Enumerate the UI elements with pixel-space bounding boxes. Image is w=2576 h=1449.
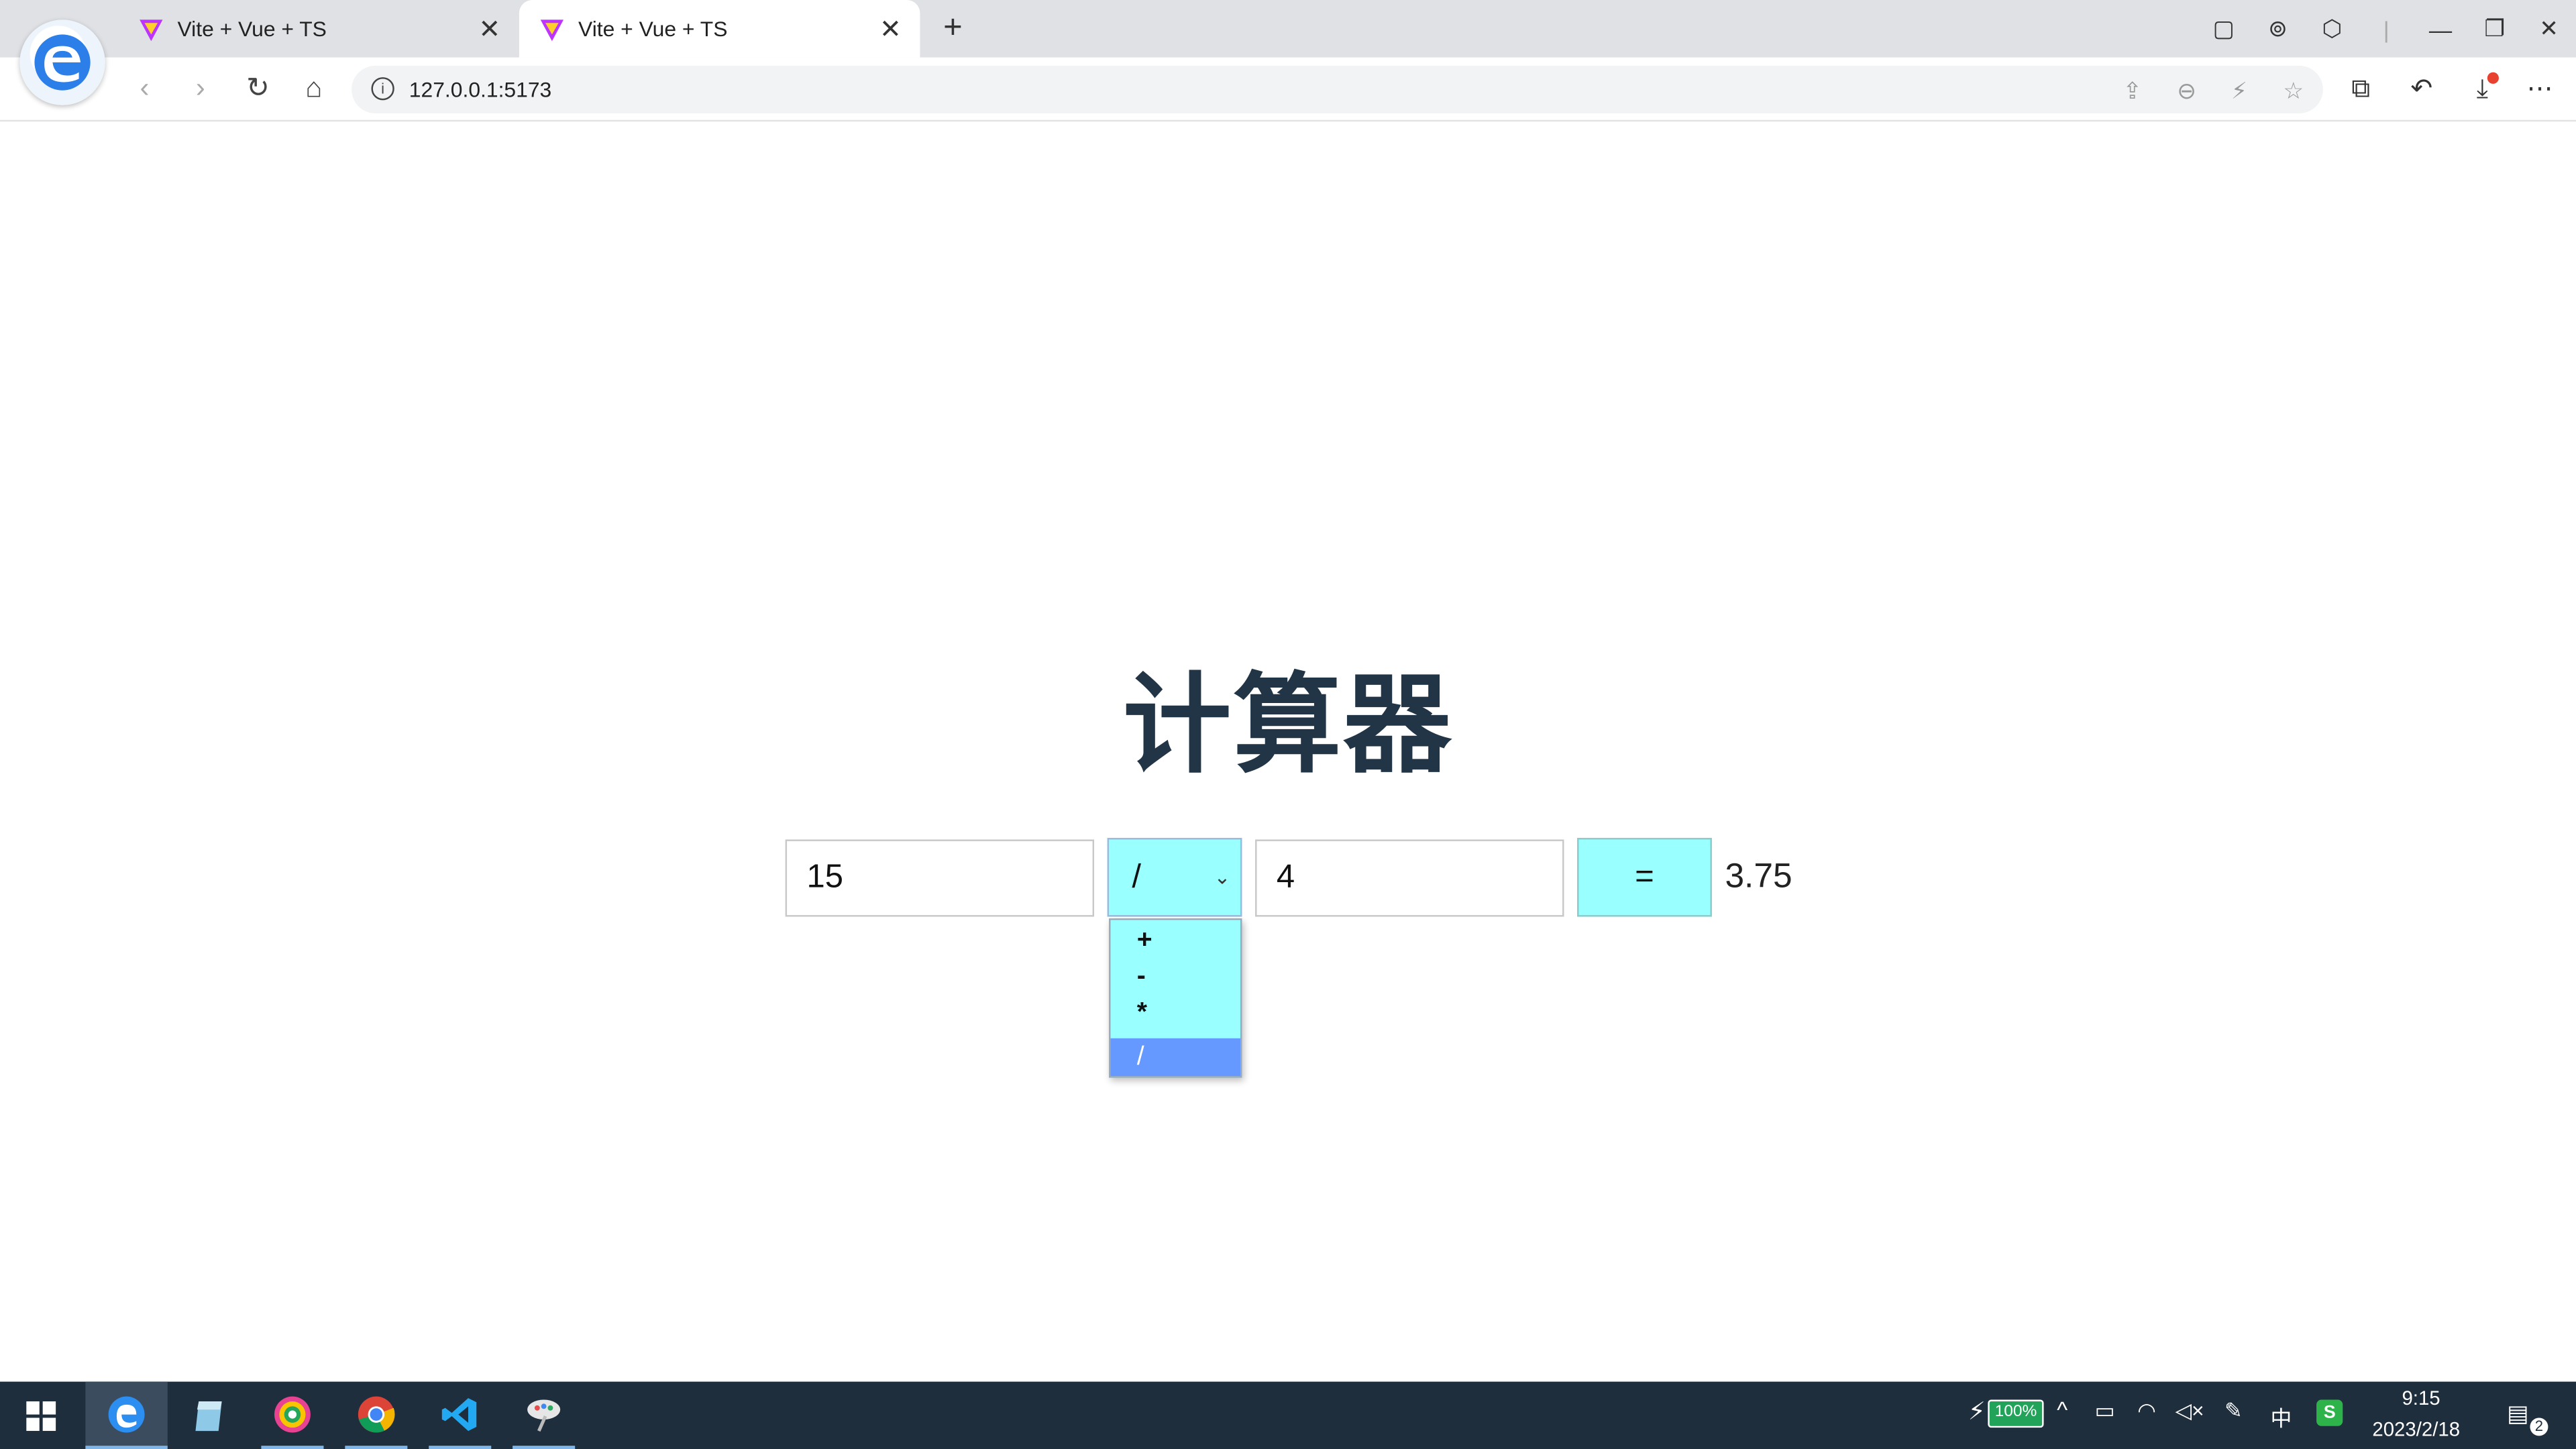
start-icon [26,1401,56,1432]
running-indicator [429,1446,492,1449]
running-indicator [261,1446,324,1449]
vite-favicon-icon [140,19,163,41]
first-number-input[interactable]: 15 [785,839,1095,917]
running-indicator [345,1446,408,1449]
forward-icon[interactable]: › [184,72,217,105]
incognito-icon[interactable]: ⊚ [2251,15,2305,43]
more-icon[interactable]: ⋯ [2522,72,2558,109]
clock-time[interactable]: 9:15 [2402,1387,2440,1409]
chevron-down-icon: ⌄ [1214,865,1231,889]
operator-option-divide[interactable]: / [1110,1038,1240,1077]
divider: | [2383,15,2390,42]
operator-option-plus[interactable]: + [1111,923,1240,959]
browser-toolbar: ‹ › ↻ ⌂ i 127.0.0.1:5173 ⇪ ⊖ ⚡ ☆ ⧉ ↶ ⤓ ⋯ [0,57,2576,122]
operator-option-multiply[interactable]: * [1111,996,1240,1032]
pen-icon[interactable]: ✎ [2224,1398,2243,1424]
taskbar-color-app[interactable] [252,1382,333,1449]
operator-dropdown-list: + - * / [1109,918,1242,1078]
tab-1-title: Vite + Vue + TS [177,16,327,42]
ime-indicator[interactable]: 中 [2271,1401,2292,1433]
zoom-icon[interactable]: ⊖ [2172,76,2202,105]
taskbar-paint-app[interactable] [502,1382,584,1449]
new-tab-icon[interactable]: + [936,10,969,48]
wifi-icon[interactable]: ◠ [2137,1398,2156,1424]
reload-icon[interactable]: ↻ [241,72,274,105]
ime-app-icon[interactable]: S [2316,1399,2343,1426]
tab-2[interactable]: Vite + Vue + TS ✕ [519,0,920,58]
window-close-icon[interactable]: ✕ [2522,15,2576,43]
url-text: 127.0.0.1:5173 [409,77,552,102]
page-title: 计算器 [1122,663,1454,786]
color-app-icon [274,1396,311,1433]
notification-count-badge: 2 [2530,1417,2548,1436]
operator-select[interactable]: / ⌄ [1107,837,1242,917]
bolt-icon[interactable]: ⚡ [2224,76,2254,105]
browser-logo-icon [19,19,105,105]
window-controls: ▢ ⊚ ⬡ | — ❐ ✕ [2196,0,2576,58]
undo-icon[interactable]: ↶ [2404,72,2440,109]
start-button[interactable] [0,1382,82,1449]
site-info-icon[interactable]: i [371,77,394,101]
vscode-icon [441,1398,477,1432]
clock-date[interactable]: 2023/2/18 [2372,1417,2460,1440]
taskbar: ⚡ ^ ▭ ◠ ◁× ✎ 中 S 9:15 2023/2/18 ▤ 2 [0,1381,2576,1449]
tab-2-close-icon[interactable]: ✕ [877,12,904,45]
volume-muted-icon[interactable]: ◁× [2175,1398,2204,1424]
power-plug-icon: ⚡ [1968,1398,1986,1426]
screen: Vite + Vue + TS ✕ Vite + Vue + TS ✕ + ▢ … [0,0,2576,1449]
tab-1[interactable]: Vite + Vue + TS ✕ [118,0,519,58]
taskbar-chrome[interactable] [335,1382,417,1449]
extensions-icon[interactable]: ⧉ [2343,72,2379,109]
tray-device-icon[interactable]: ▭ [2094,1398,2114,1424]
puzzle-icon[interactable]: ⬡ [2305,15,2359,43]
paint-app-icon [527,1399,561,1432]
chrome-icon [358,1396,395,1433]
notification-center-icon[interactable]: ▤ [2507,1400,2528,1428]
taskbar-edge-browser[interactable] [85,1381,168,1449]
equals-button[interactable]: = [1577,837,1712,917]
tab-1-close-icon[interactable]: ✕ [476,12,502,45]
tray-expand-icon[interactable]: ^ [2057,1397,2068,1423]
taskbar-vscode[interactable] [419,1382,500,1449]
operator-option-minus[interactable]: - [1111,959,1240,996]
taskbar-notes-app[interactable] [168,1382,250,1449]
home-icon[interactable]: ⌂ [297,72,330,105]
result-text: 3.75 [1725,857,1792,896]
edge-browser-icon [108,1396,145,1433]
download-badge [2487,72,2499,84]
battery-indicator[interactable]: 100% [1988,1399,2044,1428]
address-bar[interactable]: i 127.0.0.1:5173 ⇪ ⊖ ⚡ ☆ [352,65,2323,113]
second-number-input[interactable]: 4 [1255,839,1564,917]
tab-count-icon[interactable]: ▢ [2196,15,2251,43]
star-icon[interactable]: ☆ [2279,76,2308,105]
restore-icon[interactable]: ❐ [2467,15,2522,43]
back-icon[interactable]: ‹ [128,72,161,105]
tab-2-title: Vite + Vue + TS [578,16,728,42]
notes-app-icon [195,1401,222,1432]
running-indicator [513,1446,576,1449]
tab-strip: Vite + Vue + TS ✕ Vite + Vue + TS ✕ + ▢ … [0,0,2576,58]
operator-value: / [1132,859,1141,896]
minimize-icon[interactable]: — [2414,15,2468,42]
vite-favicon-icon [540,19,564,41]
share-icon[interactable]: ⇪ [2118,76,2147,105]
